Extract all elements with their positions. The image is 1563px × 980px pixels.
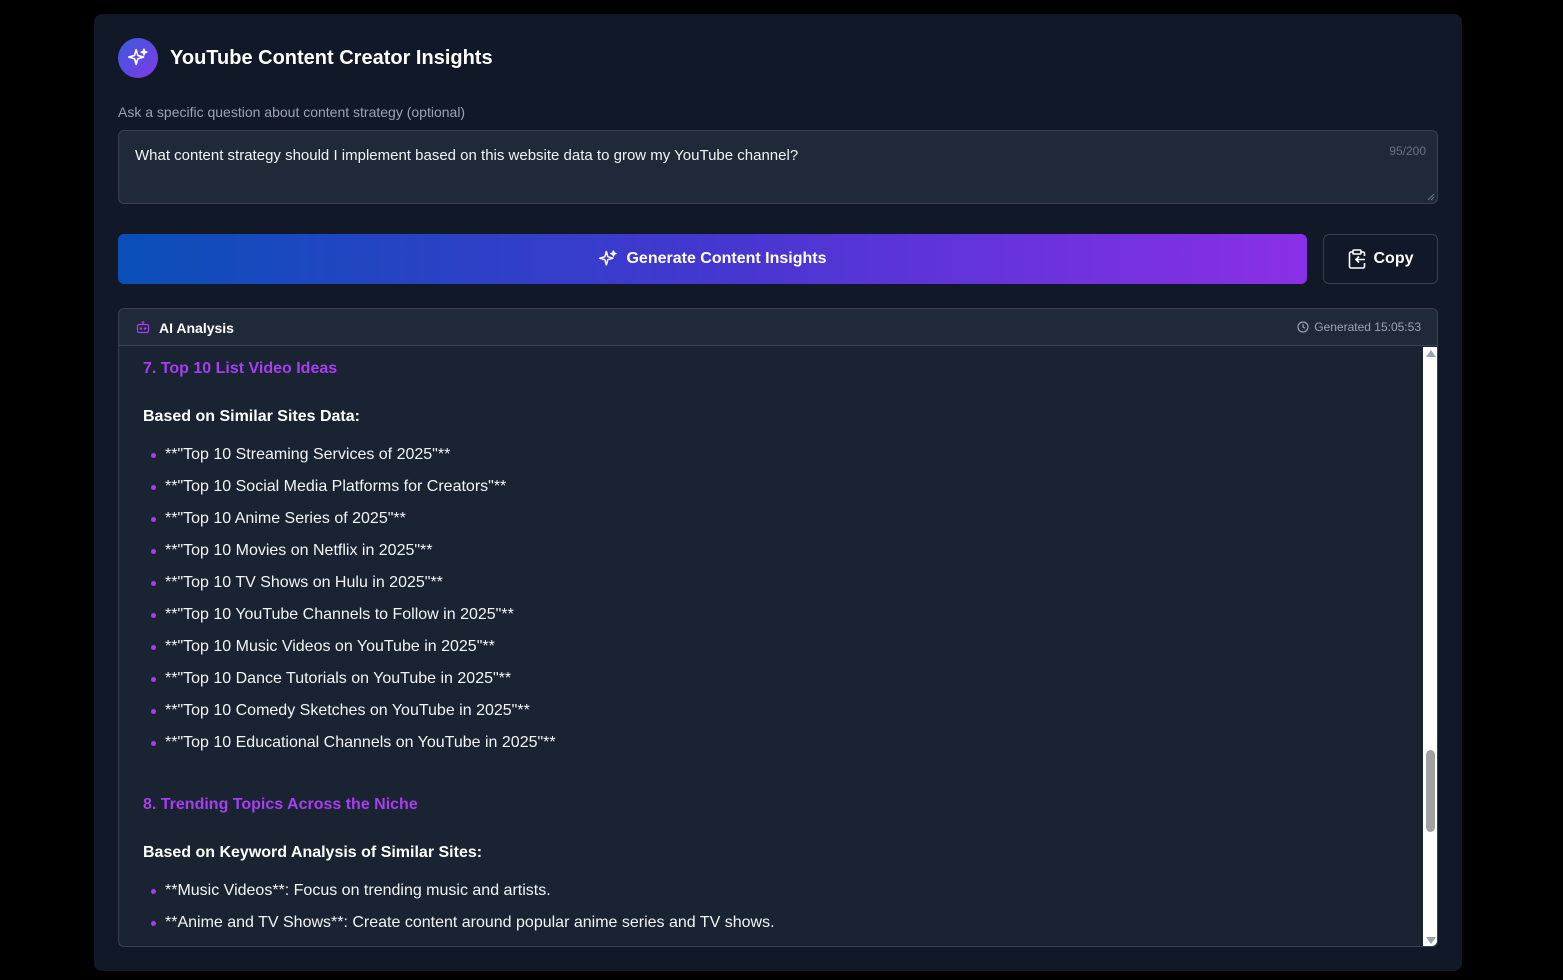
- bot-icon: [136, 321, 150, 334]
- clock-icon: [1297, 321, 1309, 333]
- analysis-content[interactable]: 7. Top 10 List Video Ideas Based on Simi…: [119, 347, 1422, 946]
- list-item: **"Top 10 Anime Series of 2025"**: [143, 503, 556, 535]
- list-item: **"Top 10 Social Media Platforms for Cre…: [143, 471, 556, 503]
- sparkles-icon: [599, 250, 618, 266]
- generated-label: Generated 15:05:53: [1314, 320, 1421, 334]
- clipboard-copy-icon: [1348, 249, 1365, 269]
- analysis-title: AI Analysis: [159, 320, 234, 336]
- generate-label: Generate Content Insights: [626, 250, 827, 267]
- generate-insights-button[interactable]: Generate Content Insights: [118, 234, 1307, 284]
- scroll-thumb[interactable]: [1426, 750, 1435, 832]
- list-item: **"Top 10 Comedy Sketches on YouTube in …: [143, 695, 556, 727]
- sparkles-icon: [118, 38, 158, 78]
- section-heading: 7. Top 10 List Video Ideas: [143, 360, 338, 377]
- scroll-down-arrow-icon[interactable]: [1426, 937, 1436, 944]
- resize-handle-icon[interactable]: [1427, 193, 1435, 201]
- question-box: What content strategy should I implement…: [118, 130, 1438, 204]
- list-item: **"Top 10 TV Shows on Hulu in 2025"**: [143, 567, 556, 599]
- list-item: **"Top 10 Music Videos on YouTube in 202…: [143, 631, 556, 663]
- section-subheading: Based on Keyword Analysis of Similar Sit…: [143, 844, 483, 861]
- list-item: **"Top 10 Streaming Services of 2025"**: [143, 439, 556, 471]
- content-scrollbar[interactable]: [1423, 347, 1437, 946]
- list-item: **Anime and TV Shows**: Create content a…: [143, 907, 775, 939]
- list-item: **"Top 10 Dance Tutorials on YouTube in …: [143, 663, 556, 695]
- section-list: **Music Videos**: Focus on trending musi…: [143, 875, 775, 939]
- page-title: YouTube Content Creator Insights: [170, 46, 493, 69]
- char-counter: 95/200: [1389, 144, 1426, 158]
- list-item: **"Top 10 Movies on Netflix in 2025"**: [143, 535, 556, 567]
- list-item: **"Top 10 YouTube Channels to Follow in …: [143, 599, 556, 631]
- section-subheading: Based on Similar Sites Data:: [143, 408, 360, 425]
- copy-label: Copy: [1373, 250, 1414, 267]
- section-heading: 8. Trending Topics Across the Niche: [143, 796, 418, 813]
- panel-header: YouTube Content Creator Insights: [118, 38, 493, 78]
- section-list: **"Top 10 Streaming Services of 2025"** …: [143, 439, 556, 759]
- generated-timestamp: Generated 15:05:53: [1297, 320, 1421, 334]
- list-item: **Music Videos**: Focus on trending musi…: [143, 875, 775, 907]
- copy-button[interactable]: Copy: [1323, 234, 1438, 284]
- question-label: Ask a specific question about content st…: [118, 104, 466, 120]
- insights-panel: YouTube Content Creator Insights Ask a s…: [94, 14, 1462, 971]
- question-input[interactable]: What content strategy should I implement…: [135, 147, 1335, 181]
- analysis-header: AI Analysis Generated 15:05:53: [119, 309, 1437, 346]
- list-item: **"Top 10 Educational Channels on YouTub…: [143, 727, 556, 759]
- ai-analysis-panel: AI Analysis Generated 15:05:53 7. Top 10…: [118, 308, 1438, 947]
- scroll-up-arrow-icon[interactable]: [1426, 350, 1436, 357]
